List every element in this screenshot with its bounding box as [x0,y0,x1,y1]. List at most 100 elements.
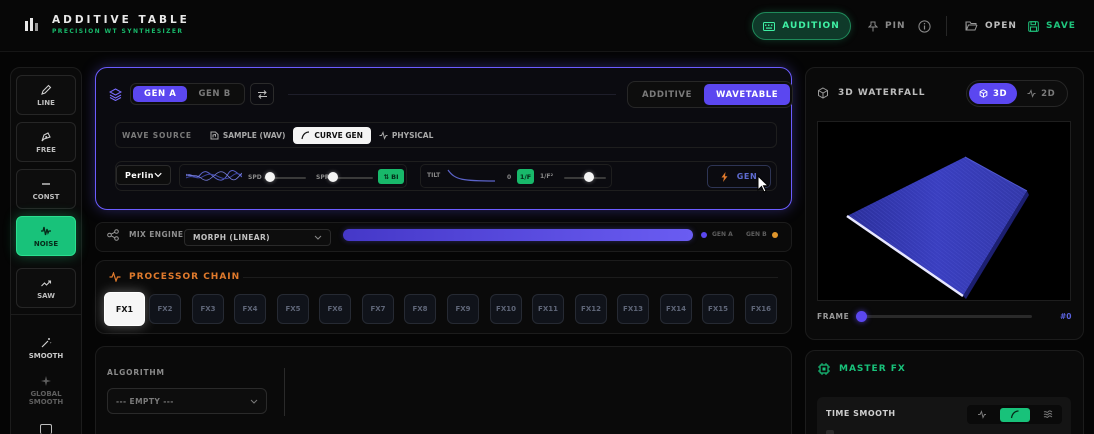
file-audio-icon [210,131,219,139]
noise-preview-graph [186,170,242,181]
source-physical[interactable]: PHYSICAL [371,127,441,144]
gen-line-label: LINE [37,98,55,107]
audition-label: AUDITION [782,21,840,31]
mode-tabs: ADDITIVE WAVETABLE [627,81,794,108]
source-sample-wav[interactable]: SAMPLE (WAV) [202,127,294,144]
gen-const-button[interactable]: CONST [16,169,76,209]
sparkle-icon [41,376,51,386]
mix-mode-value: MORPH (LINEAR) [193,233,271,242]
source-curve-gen[interactable]: CURVE GEN [293,126,371,144]
view-3d-button[interactable]: 3D [969,83,1018,104]
fx-slot-14[interactable]: FX14 [660,294,692,324]
tab-gen-b[interactable]: GEN B [187,86,241,102]
chevron-down-icon [250,399,258,404]
header-divider [946,16,947,36]
global-smooth-tool-button[interactable]: GLOBAL SMOOTH [16,375,76,407]
info-button[interactable] [918,12,931,40]
algorithm-select[interactable]: --- EMPTY --- [107,388,267,414]
tilt-curve-graph [447,169,495,182]
fx-slot-10[interactable]: FX10 [490,294,522,324]
swap-icon [257,89,267,99]
fx-slot-1[interactable]: FX1 [104,292,145,326]
cube-icon [818,87,828,99]
tilt-zero-label: 0 [507,174,512,181]
curve-icon [1010,410,1019,419]
bipolar-toggle[interactable]: ⇅ BI [378,169,404,184]
waterfall-3d-surface [846,156,1029,299]
master-fx-title: MASTER FX [839,364,906,374]
gen-noise-button[interactable]: NOISE [16,216,76,256]
fx-slot-11[interactable]: FX11 [532,294,564,324]
fx-slot-16[interactable]: FX16 [745,294,777,324]
fx-slot-6[interactable]: FX6 [319,294,351,324]
pin-icon [868,21,878,31]
fx-slot-15[interactable]: FX15 [702,294,734,324]
gen-noise-label: NOISE [33,239,59,248]
frame-slider-track[interactable] [862,315,1032,318]
fx-slot-5[interactable]: FX5 [277,294,309,324]
tab-additive[interactable]: ADDITIVE [630,84,704,105]
palette-divider [10,314,82,315]
noise-type-select[interactable]: Perlin [116,165,171,185]
swap-gens-button[interactable] [250,83,274,105]
source-curve-gen-label: CURVE GEN [314,130,363,140]
mouse-cursor-icon [757,175,769,193]
frame-label: FRAME [817,312,850,321]
gen-free-label: FREE [36,145,56,154]
gen-free-button[interactable]: FREE [16,122,76,162]
gen-saw-button[interactable]: SAW [16,268,76,308]
frame-slider-knob[interactable] [856,311,867,322]
mix-morph-bar[interactable] [343,229,693,241]
save-icon [1028,20,1039,32]
fx-slot-9[interactable]: FX9 [447,294,479,324]
folder-open-icon [965,21,978,31]
mix-gen-b-label: GEN B [746,231,767,238]
save-label: SAVE [1046,21,1076,31]
curve-mode-button[interactable] [999,407,1030,422]
audition-button[interactable]: AUDITION [752,12,851,40]
waves-icon[interactable] [1043,410,1053,419]
view-toggle: 3D 2D [966,80,1069,107]
algorithm-label: ALGORITHM [107,368,165,377]
time-smooth-mode-toggle [967,405,1062,424]
app-subtitle: PRECISION WT SYNTHESIZER [52,28,184,35]
mix-mode-select[interactable]: MORPH (LINEAR) [184,229,331,246]
gen-a-dot [701,232,707,238]
view-2d-label: 2D [1041,88,1056,99]
gen-header-rule [288,94,616,95]
save-button[interactable]: SAVE [1028,12,1076,40]
layers-icon [109,88,122,101]
fx-slot-8[interactable]: FX8 [404,294,436,324]
app-title: ADDITIVE TABLE [52,14,190,26]
gen-line-button[interactable]: LINE [16,75,76,115]
tab-gen-a[interactable]: GEN A [133,86,188,102]
tab-wavetable[interactable]: WAVETABLE [704,84,791,105]
pin-button[interactable]: PIN [868,12,905,40]
view-2d-button[interactable]: 2D [1017,83,1065,104]
keyboard-icon [763,21,776,31]
fx-slot-4[interactable]: FX4 [234,294,266,324]
gen-b-dot [772,232,778,238]
waterfall-title: 3D WATERFALL [838,88,926,98]
activity-icon[interactable] [977,410,987,419]
open-button[interactable]: OPEN [965,12,1017,40]
fx-slot-13[interactable]: FX13 [617,294,649,324]
smooth-tool-button[interactable]: SMOOTH [16,337,76,360]
fx-slot-2[interactable]: FX2 [149,294,181,324]
chevron-down-icon [314,235,322,240]
tilt-1f-toggle[interactable]: 1/F [517,169,534,184]
processor-chain-title: PROCESSOR CHAIN [129,272,241,282]
curve-icon [301,130,310,139]
fx-slot-3[interactable]: FX3 [192,294,224,324]
pencil-icon [41,84,52,95]
wave-source-row: WAVE SOURCE SAMPLE (WAV) CURVE GEN PHYSI… [115,122,777,148]
gen-tabs: GEN A GEN B [130,83,245,105]
fx-slot-7[interactable]: FX7 [362,294,394,324]
view-3d-label: 3D [993,88,1008,99]
time-smooth-slider-knob[interactable] [826,430,834,434]
fx-slot-12[interactable]: FX12 [575,294,607,324]
bolt-icon [721,171,728,182]
reset-icon[interactable] [40,424,52,434]
pen-nib-icon [41,131,51,141]
mix-engine-label: MIX ENGINE [129,230,184,239]
